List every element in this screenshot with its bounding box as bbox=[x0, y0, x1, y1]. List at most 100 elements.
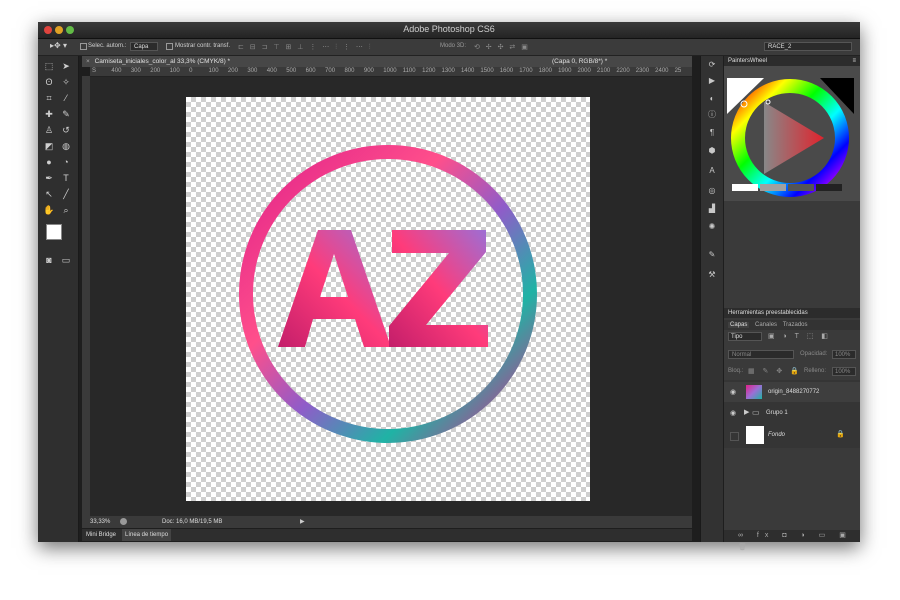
layers-panel-tabs: Capas Canales Trazados bbox=[724, 320, 860, 330]
ruler-tick-label: 1700 bbox=[519, 68, 533, 74]
eraser-tool-icon[interactable]: ◩ bbox=[42, 140, 56, 153]
actions-play-icon[interactable]: ▶ bbox=[706, 76, 718, 86]
screen-mode-icon[interactable]: ▭ bbox=[59, 254, 73, 267]
photoshop-window: Adobe Photoshop CS6 ▸✥ ▾ Selec. autom.: … bbox=[38, 22, 860, 551]
close-tab-icon[interactable]: × bbox=[86, 58, 90, 65]
info-icon[interactable]: ⓘ bbox=[706, 110, 718, 120]
auto-select-dropdown[interactable]: Capa bbox=[130, 42, 158, 51]
canvas-area bbox=[90, 77, 692, 516]
ruler-tick-label: 1000 bbox=[383, 68, 397, 74]
crop-tool-icon[interactable]: ⌗ bbox=[42, 92, 56, 105]
status-info-icon[interactable] bbox=[120, 518, 127, 525]
ruler-tick-label: 500 bbox=[286, 68, 297, 74]
layer-name: origin_8488270772 bbox=[768, 389, 820, 395]
visibility-eye-icon[interactable]: ◉ bbox=[730, 409, 736, 417]
tab-paths[interactable]: Trazados bbox=[783, 322, 808, 328]
line-tool-icon[interactable]: ╱ bbox=[59, 188, 73, 201]
quick-mask-icon[interactable]: ◙ bbox=[42, 254, 56, 267]
brush-tool-icon[interactable]: ✎ bbox=[59, 108, 73, 121]
ruler-tick-label: 25 bbox=[674, 68, 682, 74]
ruler-tick-label: 2000 bbox=[577, 68, 591, 74]
3d-icon[interactable]: ⬢ bbox=[706, 146, 718, 156]
lock-icons[interactable]: ▦ ✎ ✥ 🔒 bbox=[748, 367, 802, 375]
navigator-icon[interactable]: ✺ bbox=[706, 222, 718, 232]
path-selection-tool-icon[interactable]: ↖ bbox=[42, 188, 56, 201]
color-wheel-panel[interactable] bbox=[724, 66, 860, 201]
letter-z bbox=[389, 230, 488, 347]
panel-menu-icon[interactable]: ≡ bbox=[852, 56, 856, 66]
tab-timeline[interactable]: Línea de tiempo bbox=[122, 529, 172, 541]
move-tool-icon[interactable]: ▸✥ ▾ bbox=[50, 41, 67, 50]
right-panel-column: PaintersWheel ≡ Herramientas preestablec… bbox=[724, 56, 860, 551]
ruler-tick-label: 200 bbox=[150, 68, 161, 74]
magic-wand-tool-icon[interactable]: ✧ bbox=[59, 76, 73, 89]
document-tab[interactable]: × Camiseta_iniciales_color_al 33,3% (CMY… bbox=[82, 56, 692, 67]
eyedropper-tool-icon[interactable]: ⁄ bbox=[59, 92, 73, 105]
zoom-tool-icon[interactable]: ⌕ bbox=[59, 204, 73, 217]
align-icons[interactable]: ⊏ ⊟ ⊐ ⊤ ⊞ ⊥ ⋮ ⋯ ⫶ ⋮ ⋯ ⫶ bbox=[238, 43, 373, 52]
layer-thumbnail bbox=[746, 426, 764, 444]
tool-presets-icon[interactable]: ⚒ bbox=[706, 270, 718, 280]
painterswheel-panel-header: PaintersWheel ≡ bbox=[724, 56, 860, 66]
blend-mode-dropdown[interactable]: Normal bbox=[728, 350, 794, 359]
folder-icon: ▭ bbox=[752, 408, 760, 417]
dodge-tool-icon[interactable]: ◔ bbox=[59, 156, 73, 169]
document-tab-title: Camiseta_iniciales_color_al 33,3% (CMYK/… bbox=[94, 58, 231, 65]
history-brush-tool-icon[interactable]: ↺ bbox=[59, 124, 73, 137]
opacity-input[interactable]: 100% bbox=[832, 350, 856, 359]
layer-row[interactable]: ◉ origin_8488270772 bbox=[724, 382, 860, 402]
hand-tool-icon[interactable]: ✋ bbox=[42, 204, 56, 217]
kind-filter-dropdown[interactable]: Tipo bbox=[728, 332, 762, 341]
bottom-panel-tabs: Mini Bridge Línea de tiempo bbox=[82, 529, 692, 541]
layers-footer-buttons[interactable]: ∞ fx ◘ ◑ ▭ ▣ 🗑 bbox=[724, 530, 860, 551]
healing-brush-tool-icon[interactable]: ✚ bbox=[42, 108, 56, 121]
tab-channels[interactable]: Canales bbox=[755, 322, 777, 328]
paragraph-icon[interactable]: ¶ bbox=[706, 128, 718, 138]
3d-mode-icons[interactable]: ⟲ ✢ ✣ ⇄ ▣ bbox=[474, 43, 530, 51]
pen-tool-icon[interactable]: ✒ bbox=[42, 172, 56, 185]
ruler-tick-label: 400 bbox=[266, 68, 277, 74]
clone-stamp-tool-icon[interactable]: ♙ bbox=[42, 124, 56, 137]
move-tool-icon[interactable]: ➤ bbox=[59, 60, 73, 73]
status-menu-arrow-icon[interactable]: ▶ bbox=[300, 516, 305, 528]
ruler-tick-label: 2400 bbox=[655, 68, 669, 74]
brush-presets-icon[interactable]: ✎ bbox=[706, 250, 718, 260]
show-transform-checkbox[interactable] bbox=[166, 43, 175, 50]
character-icon[interactable]: A bbox=[706, 166, 718, 176]
layer-filter-icons[interactable]: ▣ ◑ T ⬚ ◧ bbox=[768, 332, 831, 340]
foreground-color-swatch[interactable] bbox=[46, 224, 62, 240]
logo-ring bbox=[239, 145, 537, 443]
history-icon[interactable]: ⟳ bbox=[706, 60, 718, 70]
type-tool-icon[interactable]: T bbox=[59, 172, 73, 185]
lasso-tool-icon[interactable]: ʘ bbox=[42, 76, 56, 89]
marquee-tool-icon[interactable]: ⬚ bbox=[42, 60, 56, 73]
color-icon[interactable]: ◐ bbox=[706, 94, 718, 104]
ruler-tick-label: 700 bbox=[325, 68, 336, 74]
layer-row[interactable]: Fondo 🔒 bbox=[724, 424, 860, 446]
fill-input[interactable]: 100% bbox=[832, 367, 856, 376]
layer-row[interactable]: ◉ ▶ ▭ Grupo 1 bbox=[724, 404, 860, 422]
visibility-eye-icon[interactable]: ◉ bbox=[730, 388, 736, 396]
ruler-tick-label: S bbox=[92, 68, 97, 74]
workspace-dropdown[interactable]: RACE_2 bbox=[764, 42, 852, 51]
paint-bucket-tool-icon[interactable]: ◍ bbox=[59, 140, 73, 153]
expand-group-icon[interactable]: ▶ bbox=[744, 408, 749, 416]
ruler-tick-label: 100 bbox=[169, 68, 180, 74]
mode-3d-label: Modo 3D: bbox=[440, 43, 467, 49]
ruler-tick-label: 400 bbox=[111, 68, 122, 74]
window-title: Adobe Photoshop CS6 bbox=[403, 24, 495, 34]
tab-layers[interactable]: Capas bbox=[728, 322, 750, 328]
document-size-info: Doc: 16,0 MB/19,5 MB bbox=[162, 519, 223, 525]
zoom-level[interactable]: 33,33% bbox=[90, 519, 110, 525]
tab-mini-bridge[interactable]: Mini Bridge bbox=[86, 529, 116, 541]
ruler-tick-label: 1100 bbox=[402, 68, 416, 74]
visibility-toggle[interactable] bbox=[730, 432, 739, 441]
ruler-tick-label: 300 bbox=[130, 68, 141, 74]
ruler-tick-label: 100 bbox=[208, 68, 219, 74]
properties-icon[interactable]: ◎ bbox=[706, 186, 718, 196]
document-canvas[interactable] bbox=[186, 97, 590, 501]
tool-presets-title: Herramientas preestablecidas bbox=[728, 310, 808, 316]
histogram-icon[interactable]: ▟ bbox=[706, 204, 718, 214]
blur-tool-icon[interactable]: ● bbox=[42, 156, 56, 169]
az-logo bbox=[239, 145, 537, 443]
